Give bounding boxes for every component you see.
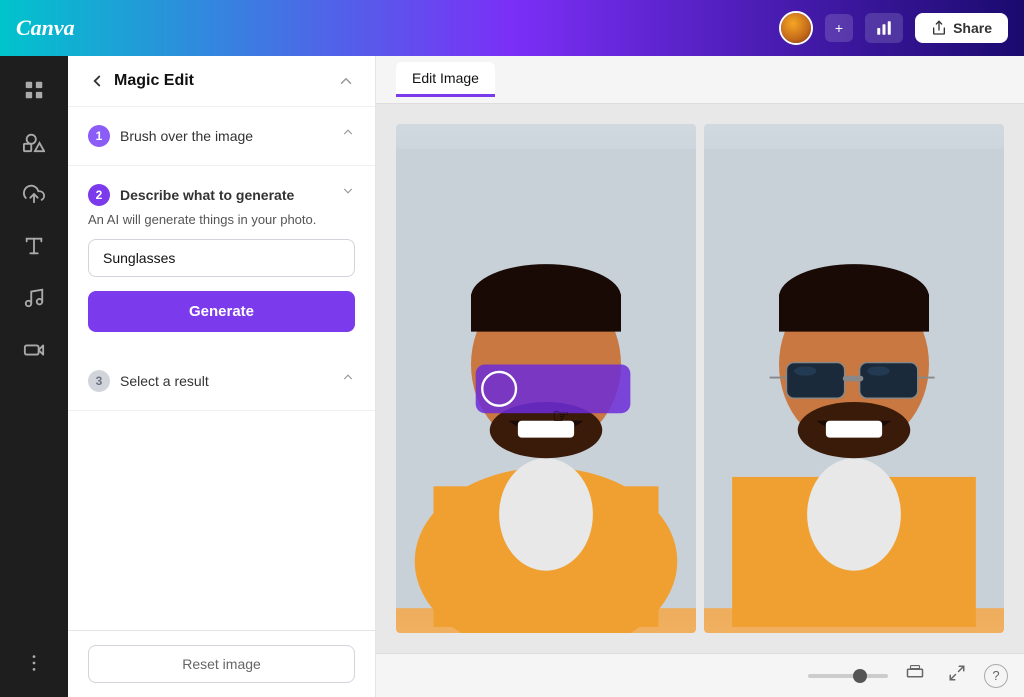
panel-header: Magic Edit [68, 56, 375, 107]
canva-logo: Canva [16, 15, 75, 41]
sidebar-icon-uploads[interactable] [12, 172, 56, 216]
analytics-button[interactable] [865, 13, 903, 43]
step-2-section: 2 Describe what to generate An AI will g… [68, 166, 375, 352]
zoom-control[interactable] [808, 674, 888, 678]
canvas-content[interactable]: ☞ [376, 104, 1024, 653]
header: Canva + Share [0, 0, 1024, 56]
sidebar-icon-video[interactable] [12, 328, 56, 372]
step-1-row[interactable]: 1 Brush over the image [68, 107, 375, 166]
sidebar-icon-more[interactable] [12, 641, 56, 685]
zoom-slider[interactable] [808, 674, 888, 678]
step-2-number: 2 [88, 184, 110, 206]
canvas-tabs: Edit Image [376, 56, 1024, 104]
step-1-label: Brush over the image [120, 128, 253, 144]
canvas-area: Edit Image [376, 56, 1024, 697]
panel-footer: Reset image [68, 630, 375, 697]
share-button[interactable]: Share [915, 13, 1008, 43]
step-1-number: 1 [88, 125, 110, 147]
step-2-chevron [341, 184, 355, 201]
step-2-left: 2 Describe what to generate [88, 184, 294, 206]
analytics-icon [875, 19, 893, 37]
plus-icon: + [835, 20, 843, 36]
help-button[interactable]: ? [984, 664, 1008, 688]
steps-container: 1 Brush over the image 2 [68, 107, 375, 630]
panel-title: Magic Edit [114, 72, 194, 90]
step-3-left: 3 Select a result [88, 370, 209, 392]
reset-button[interactable]: Reset image [88, 645, 355, 683]
step-3-row[interactable]: 3 Select a result [68, 352, 375, 411]
fit-screen-button[interactable] [900, 660, 930, 691]
add-button[interactable]: + [825, 14, 853, 42]
help-icon: ? [992, 668, 999, 683]
panel-sidebar: Magic Edit 1 Brush over the image [68, 56, 376, 697]
sidebar-icon-elements[interactable] [12, 120, 56, 164]
step-2-content: An AI will generate things in your photo… [68, 212, 375, 352]
left-image-panel[interactable]: ☞ [396, 124, 696, 633]
canvas-bottom-bar: ? [376, 653, 1024, 697]
prompt-input[interactable] [88, 239, 355, 277]
avatar[interactable] [779, 11, 813, 45]
images-container: ☞ [396, 124, 1004, 633]
sidebar-icon-grid[interactable] [12, 68, 56, 112]
share-label: Share [953, 20, 992, 36]
step-3-chevron [341, 370, 355, 387]
back-button[interactable] [88, 72, 106, 90]
panel-collapse-button[interactable] [337, 72, 355, 90]
step-1-left: 1 Brush over the image [88, 125, 253, 147]
fullscreen-button[interactable] [942, 660, 972, 691]
share-icon [931, 20, 947, 36]
right-image-panel[interactable] [704, 124, 1004, 633]
zoom-thumb [853, 669, 867, 683]
step-2-description: An AI will generate things in your photo… [88, 212, 355, 227]
step-2-label: Describe what to generate [120, 187, 294, 203]
step-1-chevron [341, 125, 355, 142]
main-layout: Magic Edit 1 Brush over the image [0, 56, 1024, 697]
step-3-label: Select a result [120, 373, 209, 389]
sidebar-icon-text[interactable] [12, 224, 56, 268]
edit-image-tab[interactable]: Edit Image [396, 62, 495, 97]
header-right: + Share [779, 11, 1008, 45]
sidebar-icon-music[interactable] [12, 276, 56, 320]
icon-sidebar [0, 56, 68, 697]
step-3-number: 3 [88, 370, 110, 392]
step-2-row[interactable]: 2 Describe what to generate [68, 166, 375, 212]
generate-button[interactable]: Generate [88, 291, 355, 332]
